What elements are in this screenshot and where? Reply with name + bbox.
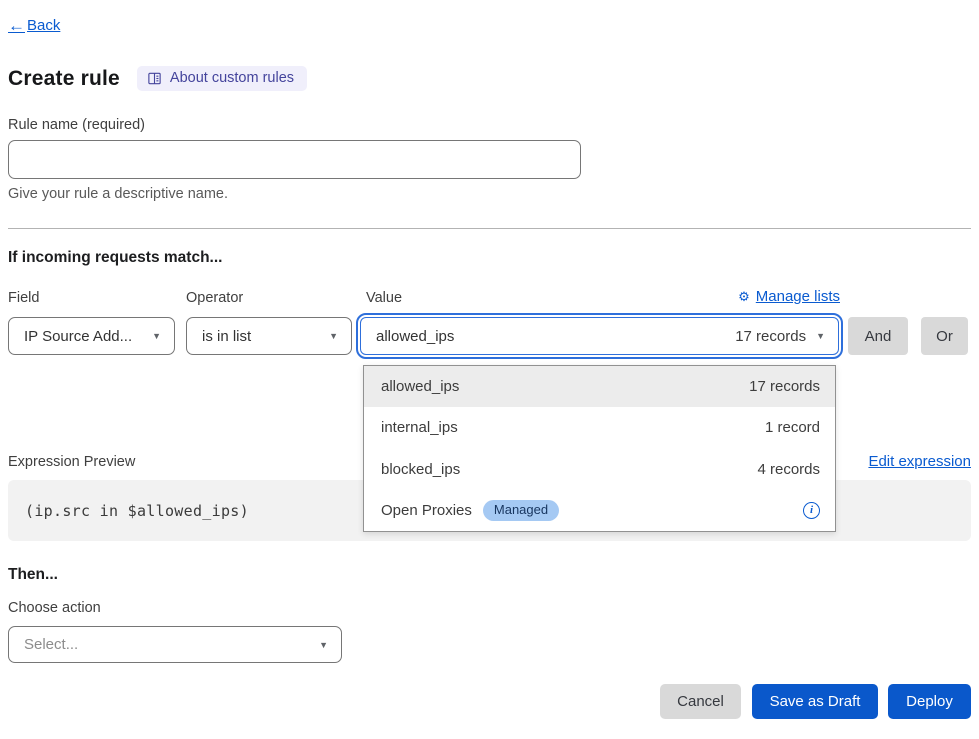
back-arrow-icon: ← [8, 17, 25, 34]
field-select[interactable]: IP Source Add... ▼ [8, 317, 175, 355]
expression-code: (ip.src in $allowed_ips) [25, 502, 249, 520]
list-option[interactable]: internal_ips 1 record [364, 407, 835, 448]
list-option[interactable]: Open Proxies Managed i [364, 490, 835, 531]
cancel-button[interactable]: Cancel [660, 684, 741, 719]
value-label: Value [366, 290, 402, 306]
or-button[interactable]: Or [921, 317, 968, 355]
section-divider [8, 228, 971, 229]
list-option-name: allowed_ips [381, 378, 459, 395]
action-select-placeholder: Select... [24, 636, 78, 653]
create-rule-page: ←Back Create rule About custom rules Rul… [0, 0, 979, 739]
list-option-name: internal_ips [381, 419, 458, 436]
save-as-draft-button[interactable]: Save as Draft [752, 684, 878, 719]
match-section-heading: If incoming requests match... [8, 249, 222, 267]
chevron-down-icon: ▼ [329, 331, 338, 341]
value-combobox-focus-ring: allowed_ips 17 records ▼ [356, 313, 843, 359]
list-option-name: blocked_ips [381, 461, 460, 478]
value-records-count: 17 records [735, 328, 806, 345]
deploy-button[interactable]: Deploy [888, 684, 971, 719]
manage-lists-label: Manage lists [756, 288, 840, 305]
rule-name-input[interactable] [8, 140, 581, 179]
back-link[interactable]: ←Back [8, 17, 60, 34]
list-option[interactable]: allowed_ips 17 records [364, 366, 835, 407]
chevron-down-icon: ▼ [152, 331, 161, 341]
field-label: Field [8, 290, 39, 306]
gear-icon: ⚙ [738, 289, 750, 305]
manage-lists-link[interactable]: ⚙ Manage lists [738, 288, 840, 305]
operator-label: Operator [186, 290, 243, 306]
title-row: Create rule About custom rules [8, 66, 307, 91]
choose-action-label: Choose action [8, 600, 101, 616]
list-option-records: 4 records [757, 461, 820, 478]
managed-badge: Managed [483, 500, 559, 521]
edit-expression-link[interactable]: Edit expression [868, 453, 971, 470]
about-badge-label: About custom rules [170, 70, 294, 86]
book-icon [147, 71, 162, 86]
action-select[interactable]: Select... ▼ [8, 626, 342, 663]
and-button[interactable]: And [848, 317, 908, 355]
info-icon[interactable]: i [803, 502, 820, 519]
chevron-down-icon: ▼ [816, 331, 825, 341]
about-custom-rules-link[interactable]: About custom rules [137, 66, 307, 91]
operator-select-value: is in list [202, 328, 251, 345]
field-select-value: IP Source Add... [24, 328, 132, 345]
then-heading: Then... [8, 566, 58, 584]
list-option[interactable]: blocked_ips 4 records [364, 449, 835, 490]
value-selected: allowed_ips [376, 328, 454, 345]
value-dropdown-panel: allowed_ips 17 records internal_ips 1 recor… [363, 365, 836, 532]
expression-preview-label: Expression Preview [8, 454, 135, 470]
rule-name-helper: Give your rule a descriptive name. [8, 186, 228, 202]
list-option-records: 1 record [765, 419, 820, 436]
list-option-name: Open Proxies [381, 502, 472, 519]
back-label: Back [27, 17, 60, 34]
page-title: Create rule [8, 67, 120, 91]
rule-name-label: Rule name (required) [8, 117, 145, 133]
chevron-down-icon: ▼ [319, 640, 328, 650]
operator-select[interactable]: is in list ▼ [186, 317, 352, 355]
value-combobox[interactable]: allowed_ips 17 records ▼ [360, 317, 839, 355]
list-option-records: 17 records [749, 378, 820, 395]
